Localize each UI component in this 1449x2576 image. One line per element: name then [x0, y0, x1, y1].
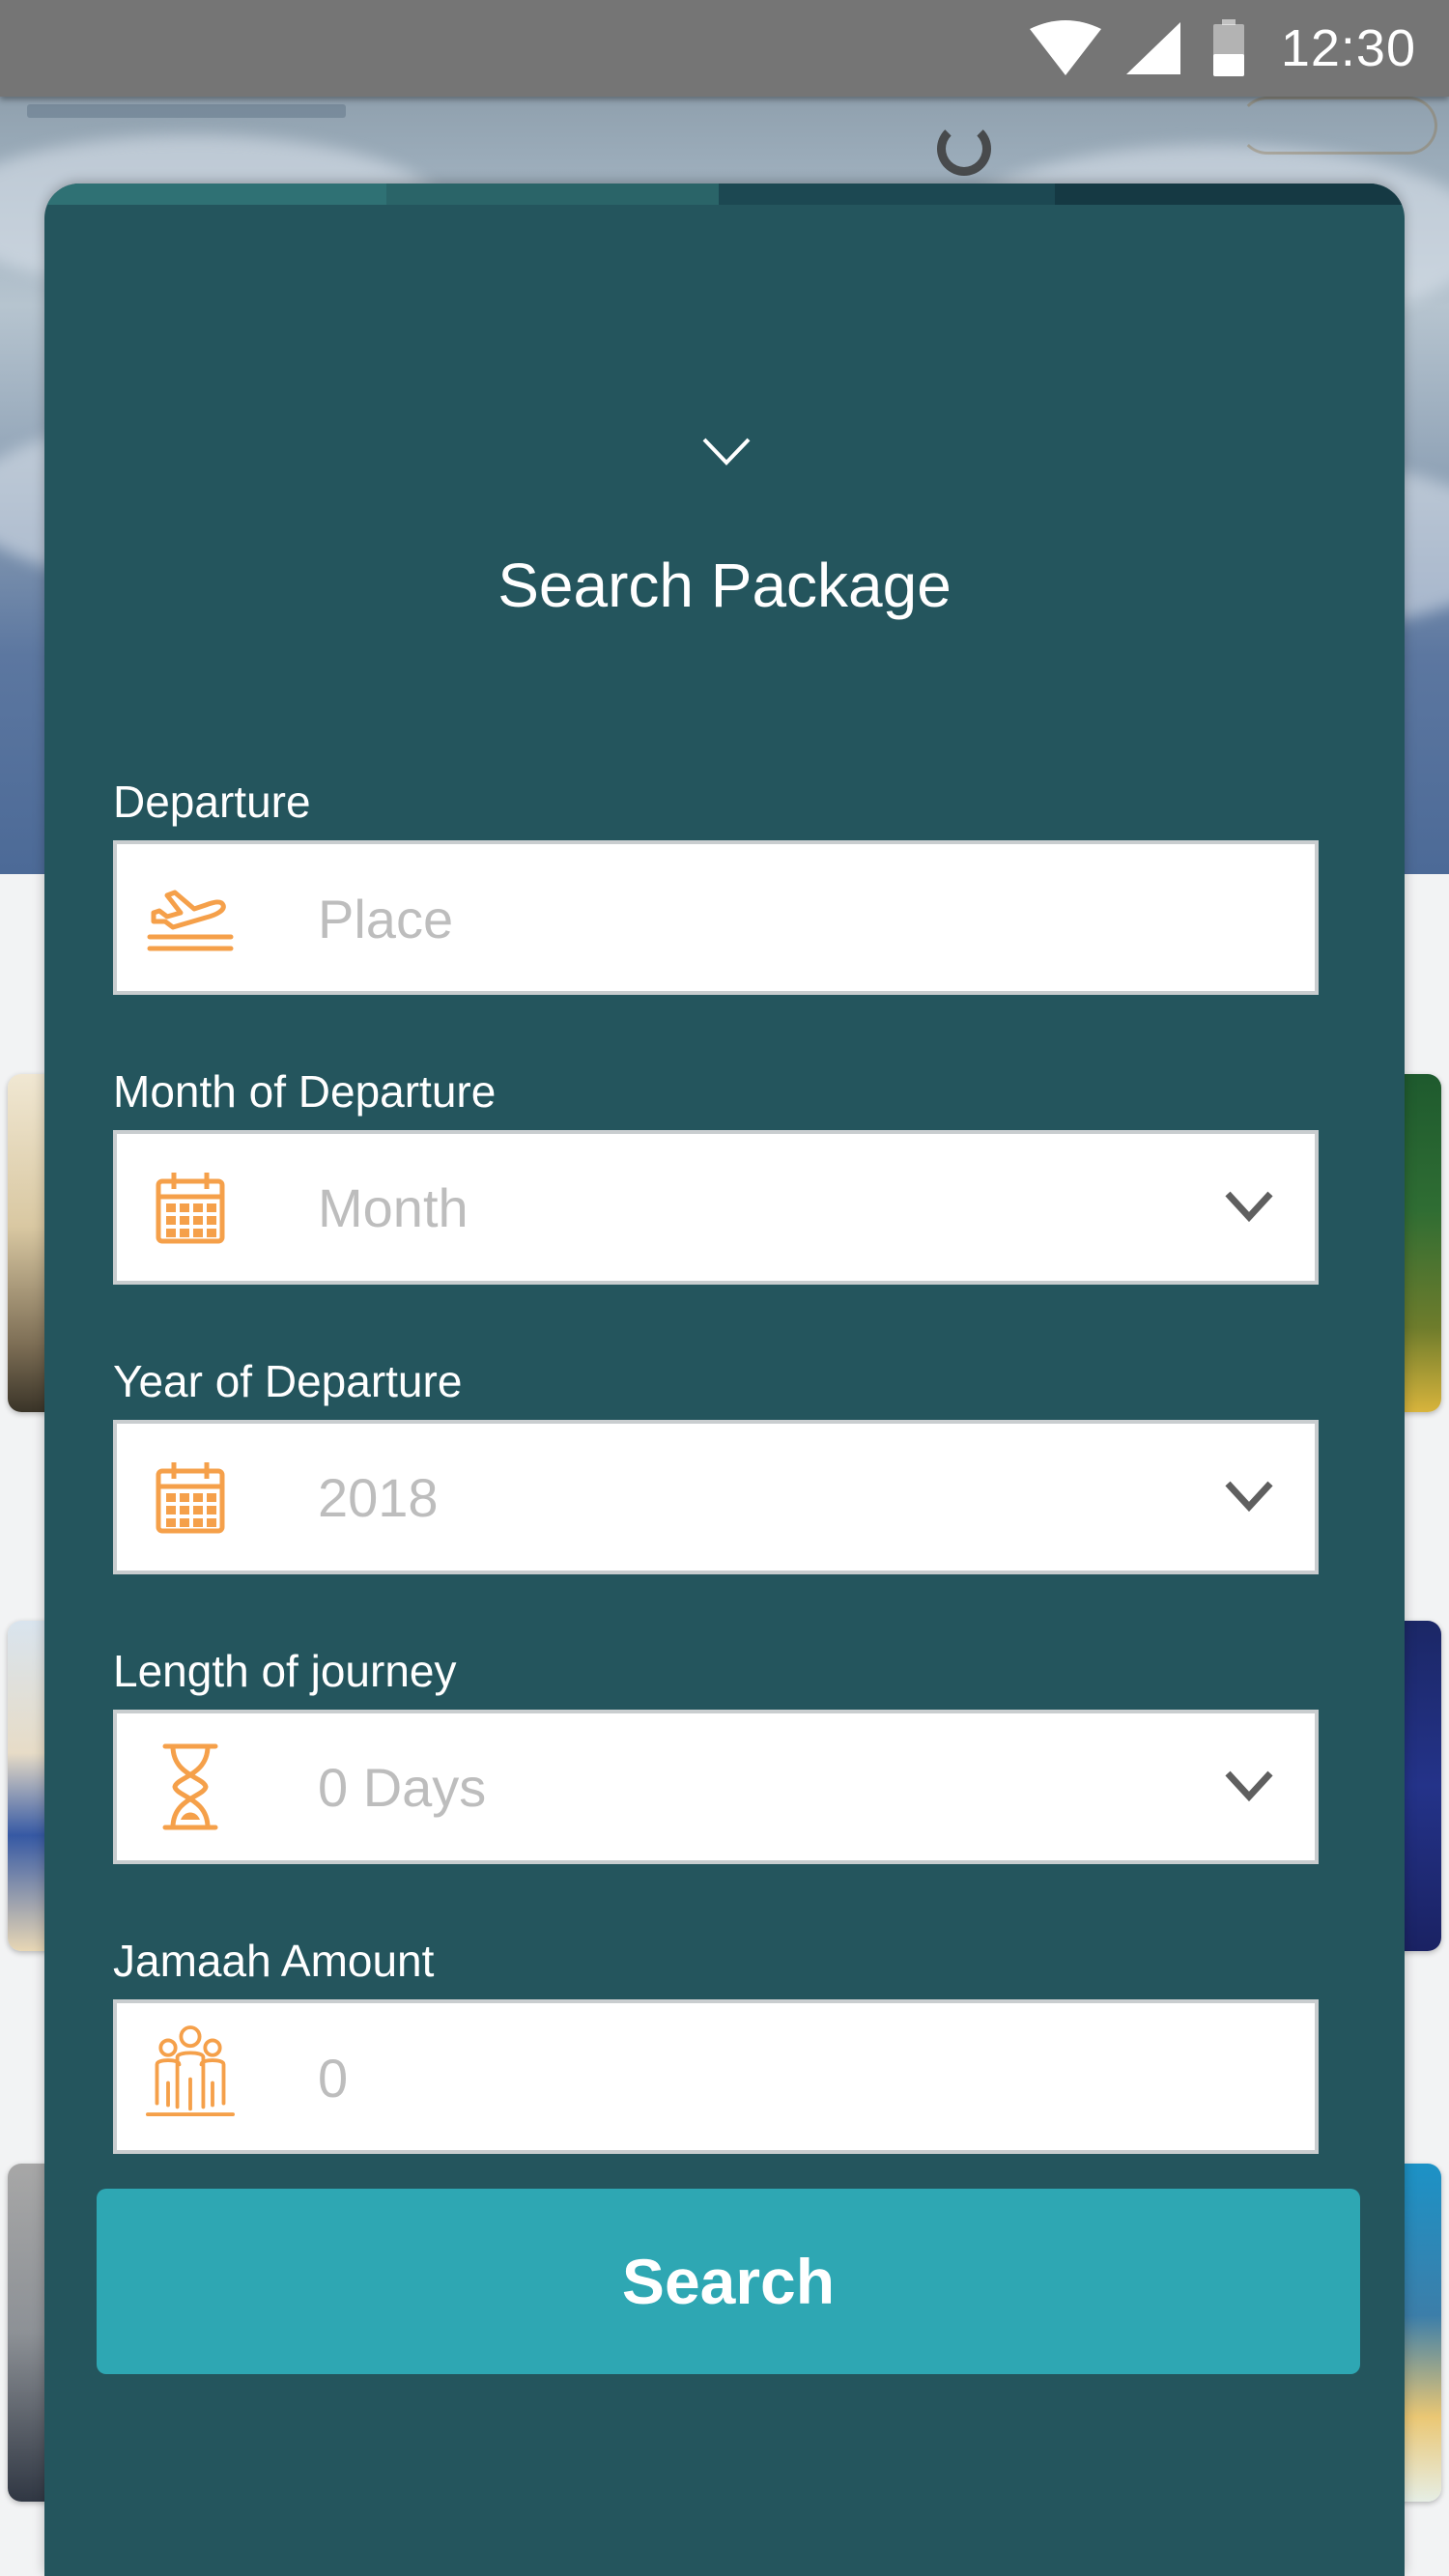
year-selected-value: 2018: [318, 1466, 439, 1528]
month-label: Month of Departure: [113, 1066, 497, 1117]
strip-segment: [386, 184, 719, 205]
chevron-down-icon: [1225, 1191, 1273, 1223]
status-bar: 12:30: [0, 0, 1449, 97]
sheet-title: Search Package: [497, 551, 952, 620]
search-button[interactable]: Search: [97, 2189, 1360, 2374]
strip-segment: [719, 184, 1055, 205]
departure-place-input[interactable]: [318, 885, 1264, 952]
status-icons: 12:30: [1028, 0, 1416, 97]
length-selected-value: 0 Days: [318, 1756, 487, 1818]
jamaah-amount-input[interactable]: [318, 2044, 1264, 2111]
jamaah-label: Jamaah Amount: [113, 1936, 435, 1986]
wifi-icon: [1029, 20, 1101, 75]
month-dropdown[interactable]: Month: [113, 1130, 1319, 1285]
background-brand-logo: [1238, 97, 1437, 155]
chevron-down-icon[interactable]: [701, 437, 752, 466]
plane-takeoff-icon: [146, 879, 235, 956]
sheet-top-strip: [44, 184, 1405, 205]
calendar-icon: [146, 1458, 235, 1536]
length-label: Length of journey: [113, 1646, 457, 1696]
battery-icon: [1212, 19, 1244, 76]
strip-segment: [44, 184, 386, 205]
chevron-down-icon: [1225, 1770, 1273, 1802]
departure-label: Departure: [113, 777, 311, 827]
chevron-down-icon: [1225, 1481, 1273, 1513]
month-selected-value: Month: [318, 1176, 469, 1238]
departure-field[interactable]: [113, 840, 1319, 995]
cell-signal-icon: [1125, 22, 1180, 74]
clock-time: 12:30: [1280, 19, 1416, 77]
loading-spinner-icon: [937, 122, 991, 176]
year-label: Year of Departure: [113, 1356, 463, 1406]
year-dropdown[interactable]: 2018: [113, 1420, 1319, 1574]
calendar-icon: [146, 1169, 235, 1246]
background-partner-logo: [27, 104, 346, 118]
jamaah-field[interactable]: [113, 1999, 1319, 2154]
group-people-icon: [146, 2025, 235, 2116]
length-dropdown[interactable]: 0 Days: [113, 1710, 1319, 1864]
strip-segment: [1055, 184, 1405, 205]
hourglass-icon: [146, 1743, 235, 1830]
search-package-sheet: Search Package Departure Month of Depart…: [44, 184, 1405, 2576]
